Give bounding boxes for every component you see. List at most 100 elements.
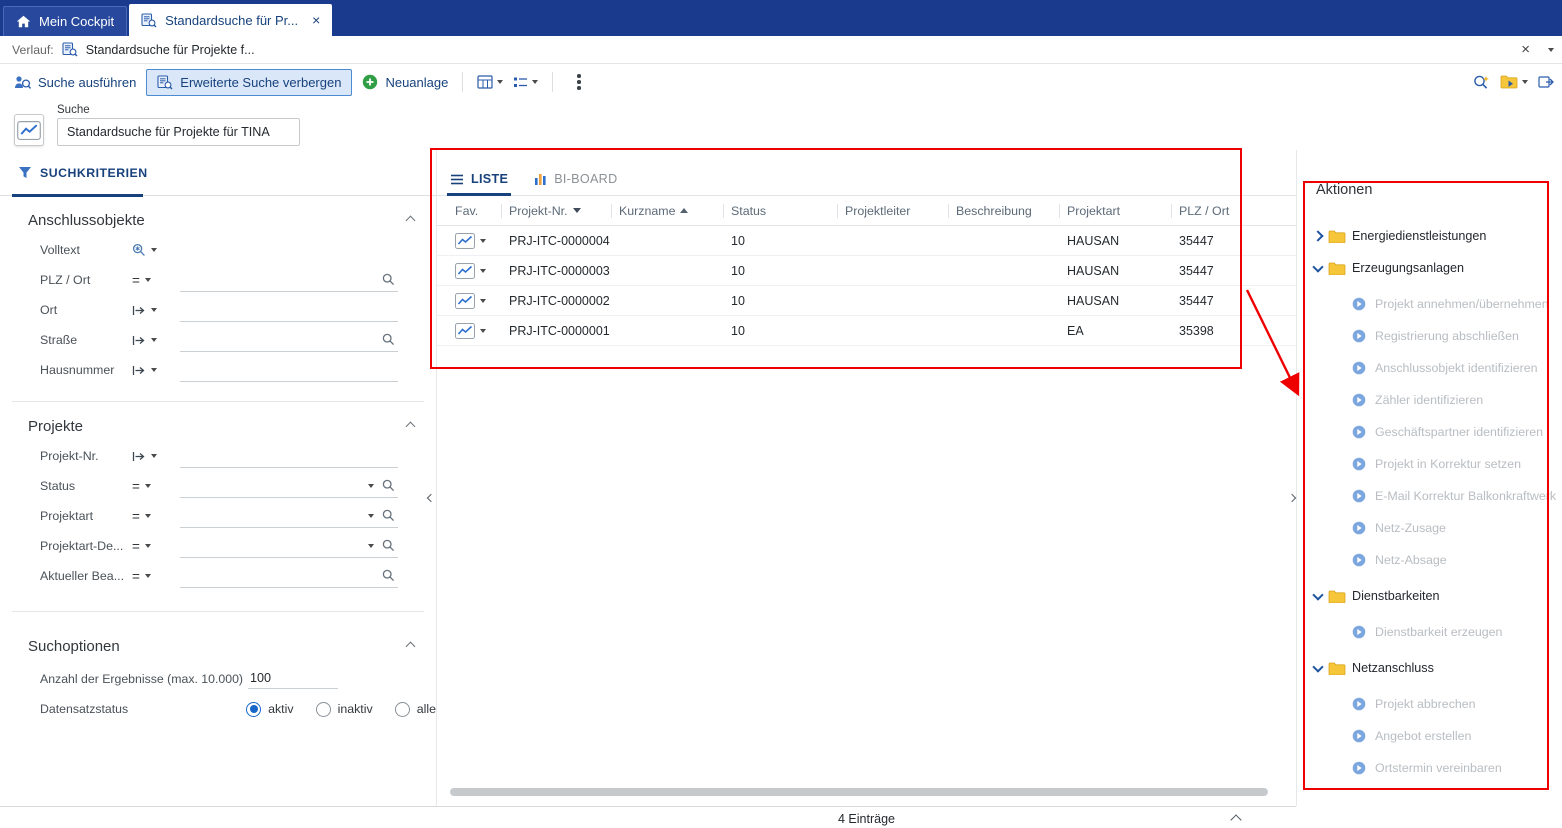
layout-view-button[interactable] [513, 76, 538, 89]
column-header[interactable]: Kurzname [611, 196, 723, 225]
operator-dropdown[interactable] [132, 335, 180, 346]
grid-view-button[interactable] [477, 75, 503, 89]
value-help-icon[interactable] [382, 273, 395, 286]
dropdown-caret-icon[interactable] [368, 544, 374, 548]
chevron-down-icon[interactable] [1312, 261, 1323, 272]
action-group[interactable]: Netzanschluss [1297, 652, 1562, 684]
chevron-down-icon[interactable] [1548, 48, 1554, 52]
value-help-icon[interactable] [382, 509, 395, 522]
value-help-icon[interactable] [382, 539, 395, 552]
field-input[interactable] [180, 358, 398, 382]
dropdown-caret-icon[interactable] [151, 338, 157, 342]
radio-alle[interactable]: alle [395, 702, 436, 717]
chevron-up-icon[interactable] [406, 422, 416, 432]
dropdown-caret-icon[interactable] [151, 368, 157, 372]
table-row[interactable]: PRJ-ITC-000000110EA35398 [437, 316, 1296, 346]
radio-button[interactable] [395, 702, 410, 717]
favorite-chart-button[interactable] [447, 316, 501, 345]
column-header[interactable]: Projektart [1059, 196, 1171, 225]
field-input[interactable] [180, 564, 398, 588]
history-entry[interactable]: Standardsuche für Projekte f... [86, 43, 255, 57]
more-options-button[interactable] [577, 73, 582, 91]
column-header[interactable]: Beschreibung [948, 196, 1059, 225]
dropdown-caret-icon[interactable] [368, 514, 374, 518]
action-item[interactable]: Geschäftspartner identifizieren [1297, 416, 1562, 448]
action-item[interactable]: Projekt annehmen/übernehmen [1297, 288, 1562, 320]
column-header[interactable]: Projekt-Nr. [501, 196, 611, 225]
operator-dropdown[interactable]: = [132, 479, 180, 494]
operator-dropdown[interactable] [132, 365, 180, 376]
dropdown-caret-icon[interactable] [145, 484, 151, 488]
table-row[interactable]: PRJ-ITC-000000310HAUSAN35447 [437, 256, 1296, 286]
value-help-icon[interactable] [382, 479, 395, 492]
chevron-down-icon[interactable] [1312, 589, 1323, 600]
operator-dropdown[interactable]: = [132, 273, 180, 288]
column-header[interactable]: PLZ / Ort [1171, 196, 1283, 225]
dropdown-caret-icon[interactable] [145, 574, 151, 578]
field-input[interactable] [180, 444, 398, 468]
tab-bi-board[interactable]: BI-BOARD [534, 172, 617, 195]
tab-standardsuche[interactable]: Standardsuche für Pr... × [129, 4, 332, 36]
action-item[interactable]: Projekt in Korrektur setzen [1297, 448, 1562, 480]
radio-aktiv[interactable]: aktiv [246, 702, 293, 717]
dropdown-caret-icon[interactable] [145, 514, 151, 518]
create-new-button[interactable]: Neuanlage [362, 74, 448, 90]
expand-right-panel-button[interactable] [1286, 486, 1297, 510]
chevron-up-icon[interactable] [406, 216, 416, 226]
action-item[interactable]: Netz-Zusage [1297, 512, 1562, 544]
favorite-chart-button[interactable] [447, 226, 501, 255]
column-header[interactable]: Projektleiter [837, 196, 948, 225]
close-tab-icon[interactable]: × [312, 13, 320, 27]
search-highlight-button[interactable] [1472, 74, 1490, 91]
run-search-button[interactable]: Suche ausführen [14, 75, 136, 90]
action-group[interactable]: Dienstbarkeiten [1297, 580, 1562, 612]
action-item[interactable]: Angebot erstellen [1297, 720, 1562, 752]
operator-dropdown[interactable] [132, 243, 180, 257]
radio-button[interactable] [316, 702, 331, 717]
close-history-icon[interactable]: × [1521, 41, 1530, 58]
column-header[interactable]: Fav. [447, 196, 501, 225]
dropdown-caret-icon[interactable] [145, 544, 151, 548]
tab-mein-cockpit[interactable]: Mein Cockpit [3, 6, 127, 36]
action-group[interactable]: Energiedienstleistungen [1297, 220, 1562, 252]
field-input[interactable] [180, 504, 398, 528]
action-group[interactable]: Erzeugungsanlagen [1297, 252, 1562, 284]
field-input[interactable] [180, 474, 398, 498]
field-input[interactable] [180, 534, 398, 558]
collapse-left-panel-button[interactable] [425, 486, 436, 510]
dropdown-caret-icon[interactable] [151, 308, 157, 312]
results-count-input[interactable]: 100 [248, 669, 338, 689]
section-header[interactable]: Projekte [28, 418, 414, 435]
dropdown-caret-icon[interactable] [151, 248, 157, 252]
dropdown-caret-icon[interactable] [145, 278, 151, 282]
dropdown-caret-icon[interactable] [480, 269, 486, 273]
search-name-input[interactable] [57, 118, 300, 146]
action-item[interactable]: Projekt abbrechen [1297, 688, 1562, 720]
chevron-down-icon[interactable] [1312, 661, 1323, 672]
radio-button[interactable] [246, 702, 261, 717]
dropdown-caret-icon[interactable] [480, 299, 486, 303]
dropdown-caret-icon[interactable] [368, 484, 374, 488]
value-help-icon[interactable] [382, 569, 395, 582]
radio-inaktiv[interactable]: inaktiv [316, 702, 373, 717]
table-row[interactable]: PRJ-ITC-000000210HAUSAN35447 [437, 286, 1296, 316]
table-row[interactable]: PRJ-ITC-000000410HAUSAN35447 [437, 226, 1296, 256]
section-header[interactable]: Anschlussobjekte [28, 212, 414, 229]
value-help-icon[interactable] [382, 333, 395, 346]
detach-view-button[interactable] [1538, 75, 1554, 89]
operator-dropdown[interactable] [132, 451, 180, 462]
chevron-up-icon[interactable] [406, 642, 416, 652]
action-item[interactable]: E-Mail Korrektur Balkonkraftwerk [1297, 480, 1562, 512]
operator-dropdown[interactable]: = [132, 509, 180, 524]
action-item[interactable]: Anschlussobjekt identifizieren [1297, 352, 1562, 384]
section-header[interactable]: Suchoptionen [28, 638, 414, 655]
toggle-advanced-search-button[interactable]: Erweiterte Suche verbergen [146, 69, 352, 96]
action-item[interactable]: Zähler identifizieren [1297, 384, 1562, 416]
operator-dropdown[interactable] [132, 305, 180, 316]
folder-search-button[interactable] [1500, 75, 1528, 89]
action-item[interactable]: Ortstermin vereinbaren [1297, 752, 1562, 784]
chevron-right-icon[interactable] [1312, 230, 1323, 241]
action-item[interactable]: Registrierung abschließen [1297, 320, 1562, 352]
tab-liste[interactable]: LISTE [450, 172, 508, 195]
favorite-chart-button[interactable] [447, 256, 501, 285]
